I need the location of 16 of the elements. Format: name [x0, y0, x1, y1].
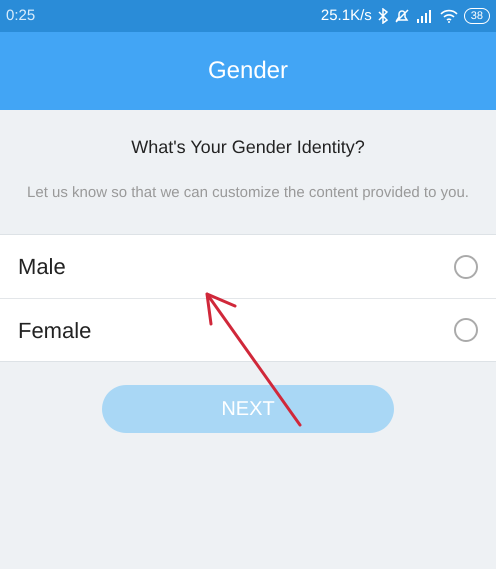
signal-icon — [416, 9, 434, 23]
bell-off-icon — [394, 8, 410, 24]
battery-indicator: 38 — [464, 8, 490, 24]
bluetooth-icon — [378, 8, 388, 24]
gender-option[interactable]: Female — [0, 298, 496, 361]
network-speed: 25.1K/s — [320, 6, 372, 26]
radio-button[interactable] — [454, 254, 478, 278]
question-text: What's Your Gender Identity? — [131, 136, 365, 159]
description-text: Let us know so that we can customize the content provided to you. — [26, 183, 470, 203]
status-time: 0:25 — [6, 6, 36, 26]
header-title: Gender — [208, 56, 288, 86]
gender-option[interactable]: Male — [0, 235, 496, 298]
radio-button[interactable] — [454, 318, 478, 342]
option-label: Male — [18, 253, 66, 281]
wifi-icon — [440, 9, 458, 23]
option-label: Female — [18, 316, 92, 344]
